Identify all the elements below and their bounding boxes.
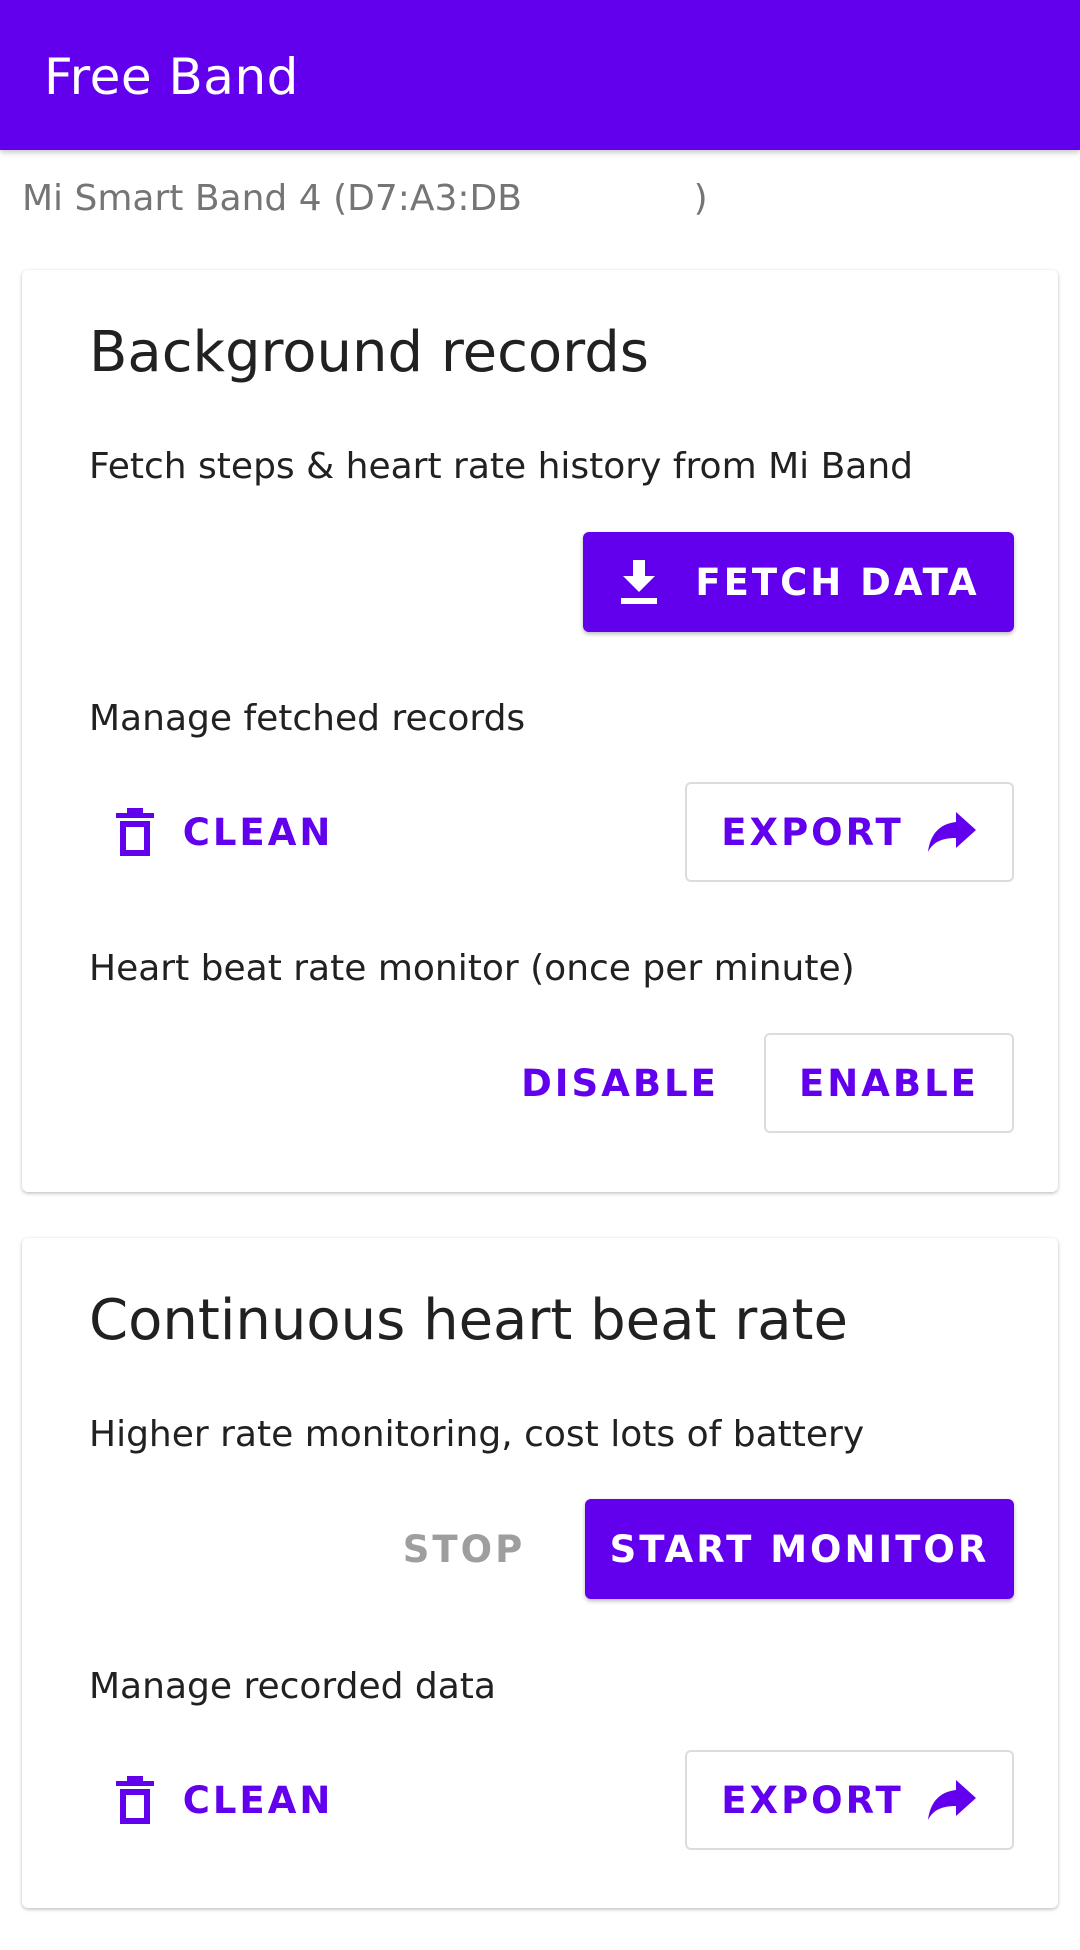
stop-label: STOP — [402, 1527, 526, 1571]
export-recorded-label: EXPORT — [721, 1778, 904, 1822]
clean-recorded-button[interactable]: CLEAN — [94, 1750, 354, 1850]
share-arrow-icon — [926, 810, 978, 854]
export-recorded-button[interactable]: EXPORT — [685, 1750, 1014, 1850]
continuous-heart-rate-card: Continuous heart beat rate Higher rate m… — [22, 1238, 1058, 1908]
share-arrow-icon — [926, 1778, 978, 1822]
start-monitor-label: START MONITOR — [609, 1527, 990, 1571]
monitor-description: Heart beat rate monitor (once per minute… — [89, 948, 855, 989]
app-bar: Free Band — [0, 0, 1080, 150]
trash-icon — [115, 807, 155, 857]
start-monitor-button[interactable]: START MONITOR — [585, 1499, 1014, 1599]
download-icon — [617, 558, 661, 606]
fetch-data-button[interactable]: FETCH DATA — [583, 532, 1014, 632]
export-fetched-label: EXPORT — [721, 810, 904, 854]
stop-button[interactable]: STOP — [372, 1499, 556, 1599]
continuous-heart-rate-title: Continuous heart beat rate — [89, 1288, 848, 1353]
continuous-description: Higher rate monitoring, cost lots of bat… — [89, 1414, 865, 1455]
background-records-title: Background records — [89, 320, 649, 385]
clean-fetched-button[interactable]: CLEAN — [94, 782, 354, 882]
enable-monitor-label: ENABLE — [799, 1061, 979, 1105]
manage-fetched-description: Manage fetched records — [89, 698, 526, 739]
manage-recorded-description: Manage recorded data — [89, 1666, 496, 1707]
disable-monitor-label: DISABLE — [521, 1061, 719, 1105]
device-label: Mi Smart Band 4 (D7:A3:DB ) — [22, 178, 708, 219]
enable-monitor-button[interactable]: ENABLE — [764, 1033, 1014, 1133]
fetch-description: Fetch steps & heart rate history from Mi… — [89, 446, 914, 487]
export-fetched-button[interactable]: EXPORT — [685, 782, 1014, 882]
fetch-data-label: FETCH DATA — [695, 560, 980, 604]
clean-fetched-label: CLEAN — [182, 810, 334, 854]
disable-monitor-button[interactable]: DISABLE — [510, 1033, 730, 1133]
background-records-card: Background records Fetch steps & heart r… — [22, 270, 1058, 1192]
trash-icon — [115, 1775, 155, 1825]
clean-recorded-label: CLEAN — [182, 1778, 334, 1822]
app-title: Free Band — [44, 48, 299, 106]
